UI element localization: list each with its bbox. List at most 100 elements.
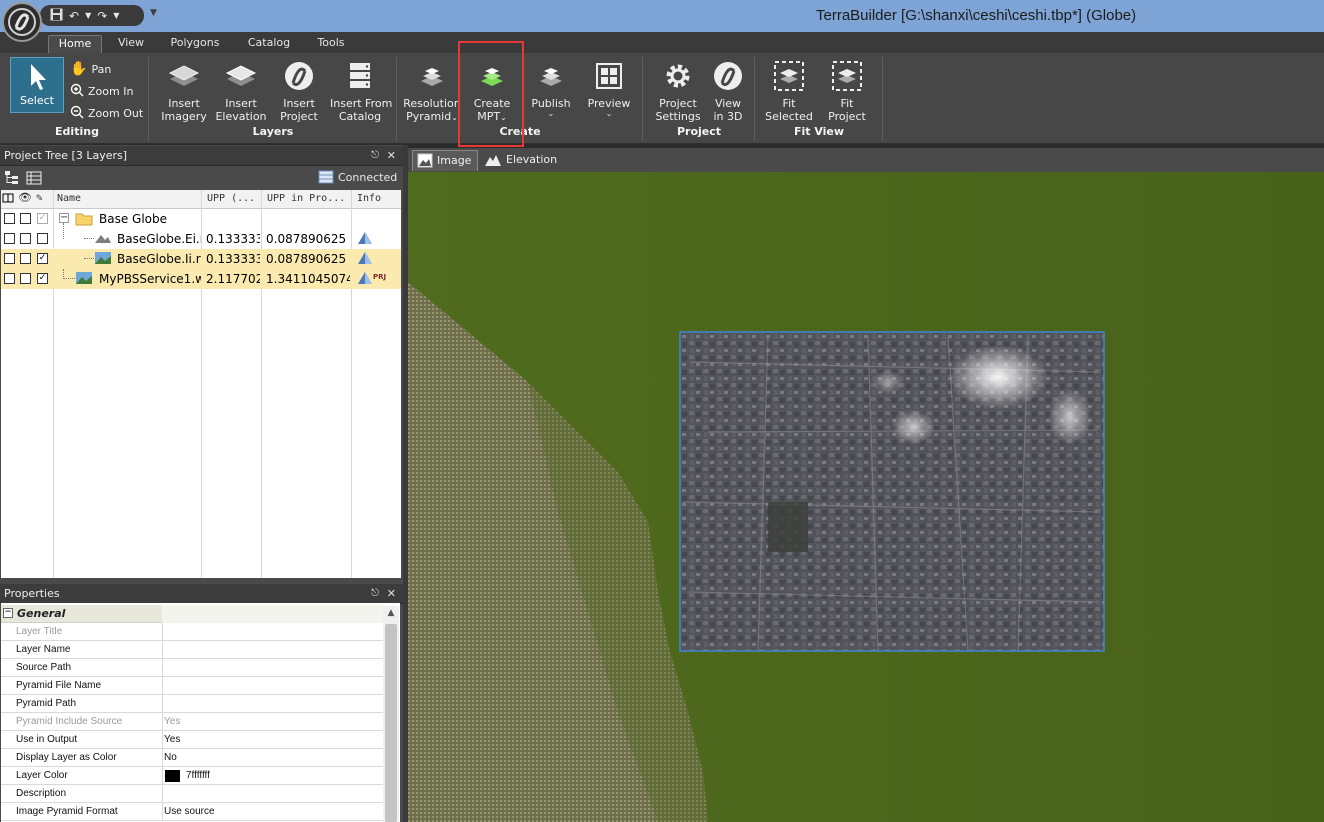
- color-swatch[interactable]: [165, 770, 180, 782]
- checkbox-visible[interactable]: [20, 273, 31, 284]
- property-section-general[interactable]: − General: [1, 605, 383, 623]
- chevron-down-icon[interactable]: ▼: [85, 9, 91, 23]
- project-tree-title: Project Tree [3 Layers]: [4, 149, 128, 162]
- property-key: Layer Name: [16, 644, 71, 655]
- imagery-layer-icon: [75, 271, 93, 288]
- quick-access-toolbar: ↶ ▼ ↷ ▼: [40, 5, 144, 26]
- tree-connector: [63, 269, 75, 279]
- property-divider: [162, 677, 163, 695]
- customize-qat-icon[interactable]: ▼: [150, 8, 157, 18]
- tab-home[interactable]: Home: [48, 35, 102, 53]
- tab-image[interactable]: Image: [412, 150, 478, 171]
- tab-view[interactable]: View: [110, 35, 152, 53]
- project-tree-grid: 👁 ✎ Name UPP (... UPP in Pro... Info ✓ −…: [1, 190, 401, 578]
- close-icon[interactable]: ✕: [387, 584, 396, 604]
- property-divider: [162, 623, 163, 641]
- resolution-pyramid-label-2: Pyramid⌄: [406, 110, 458, 123]
- zoom-in-button[interactable]: Zoom In: [70, 83, 133, 100]
- checkbox-visible[interactable]: [20, 253, 31, 264]
- insert-project-button[interactable]: Insert Project: [272, 59, 326, 125]
- property-row[interactable]: Layer Title: [1, 623, 383, 641]
- tab-polygons[interactable]: Polygons: [162, 35, 228, 53]
- property-row[interactable]: Display Layer as Color No: [1, 749, 383, 767]
- checkbox-visible[interactable]: [20, 233, 31, 244]
- create-mpt-label-2: MPT⌄: [477, 110, 507, 123]
- property-value: Yes: [164, 716, 181, 727]
- column-header-upp[interactable]: UPP (...: [207, 193, 261, 204]
- collapse-toggle-icon[interactable]: −: [59, 213, 69, 223]
- property-row[interactable]: Description: [1, 785, 383, 803]
- insert-elevation-label-2: Elevation: [215, 110, 267, 123]
- column-header-upp-project[interactable]: UPP in Pro...: [267, 193, 351, 204]
- checkbox-visible[interactable]: [20, 213, 31, 224]
- scroll-up-arrow-icon[interactable]: ▲: [385, 608, 397, 620]
- zoom-out-button[interactable]: Zoom Out: [70, 105, 143, 122]
- view-in-3d-button[interactable]: View in 3D: [708, 59, 748, 125]
- select-button[interactable]: Select: [10, 57, 64, 113]
- property-row[interactable]: Layer Name: [1, 641, 383, 659]
- resolution-pyramid-button[interactable]: Resolution Pyramid⌄: [403, 59, 461, 125]
- insert-from-catalog-button[interactable]: Insert From Catalog: [330, 59, 392, 125]
- tree-row-upp-project: 1.34110450744: [266, 272, 350, 286]
- imagery-tile[interactable]: [679, 331, 1105, 652]
- property-row[interactable]: Pyramid Path: [1, 695, 383, 713]
- fit-project-button[interactable]: Fit Project: [820, 59, 874, 125]
- property-value: Use source: [164, 806, 215, 817]
- pin-icon[interactable]: ⎋: [371, 584, 379, 604]
- create-mpt-button[interactable]: Create MPT⌄: [466, 59, 518, 125]
- view-in-3d-label-1: View: [714, 97, 742, 110]
- close-icon[interactable]: ✕: [387, 146, 396, 166]
- insert-imagery-button[interactable]: Insert Imagery: [158, 59, 210, 125]
- brush-column-icon: ✎: [36, 191, 43, 204]
- fit-selected-button[interactable]: Fit Selected: [762, 59, 816, 125]
- chevron-down-icon[interactable]: ▼: [113, 9, 119, 23]
- property-row[interactable]: Pyramid Include Source Yes: [1, 713, 383, 731]
- tree-row[interactable]: ✓ BaseGlobe.Ii.r 0.133333 0.087890625 [: [1, 249, 401, 269]
- property-row[interactable]: Image Pyramid Format Use source: [1, 803, 383, 821]
- checkbox-lock[interactable]: [4, 253, 15, 264]
- property-value: 7fffffff: [186, 770, 210, 781]
- property-row[interactable]: Layer Color 7fffffff: [1, 767, 383, 785]
- tree-row-upp: 2.117702: [206, 272, 260, 286]
- checkbox-lock[interactable]: [4, 213, 15, 224]
- imagery-layer-icon: [94, 251, 112, 268]
- publish-button[interactable]: Publish ⌄: [526, 59, 576, 125]
- app-logo-button[interactable]: [2, 2, 42, 42]
- save-icon[interactable]: [50, 8, 63, 24]
- property-row[interactable]: Pyramid File Name: [1, 677, 383, 695]
- checkbox-lock[interactable]: [4, 273, 15, 284]
- tree-row[interactable]: BaseGlobe.Ei.r 0.133333 0.087890625 [: [1, 223, 401, 249]
- checkbox-output[interactable]: ✓: [37, 273, 48, 284]
- redo-icon[interactable]: ↷: [97, 9, 107, 23]
- project-logo-icon: [285, 62, 313, 90]
- tab-catalog[interactable]: Catalog: [238, 35, 300, 53]
- property-row[interactable]: Use in Output Yes: [1, 731, 383, 749]
- checkbox-output[interactable]: [37, 233, 48, 244]
- tree-view-icon[interactable]: [4, 170, 20, 189]
- view-tab-bar: Image Elevation: [408, 148, 1324, 172]
- properties-scrollbar[interactable]: ▲: [383, 606, 399, 822]
- project-settings-button[interactable]: Project Settings: [652, 59, 704, 125]
- checkbox-output[interactable]: ✓: [37, 213, 48, 224]
- column-header-name[interactable]: Name: [57, 193, 199, 204]
- pyramid-info-icon: [357, 271, 373, 288]
- property-row[interactable]: Source Path: [1, 659, 383, 677]
- undo-icon[interactable]: ↶: [69, 9, 79, 23]
- collapse-toggle-icon[interactable]: −: [3, 608, 13, 618]
- insert-elevation-button[interactable]: Insert Elevation: [214, 59, 268, 125]
- tree-row[interactable]: ✓ MyPBSService1.w 2.117702 1.34110450744…: [1, 269, 401, 289]
- preview-button[interactable]: Preview ⌄: [584, 59, 634, 125]
- pan-button[interactable]: ✋ Pan: [70, 61, 111, 77]
- scrollbar-thumb[interactable]: [385, 624, 397, 822]
- tree-row[interactable]: ✓ − Base Globe: [1, 209, 401, 229]
- map-view[interactable]: [408, 172, 1324, 822]
- list-view-icon[interactable]: [26, 170, 42, 189]
- column-header-info[interactable]: Info: [357, 193, 397, 204]
- elevation-layer-icon: [94, 231, 112, 248]
- pin-icon[interactable]: ⎋: [371, 146, 379, 166]
- checkbox-lock[interactable]: [4, 233, 15, 244]
- tab-tools[interactable]: Tools: [308, 35, 354, 53]
- tab-elevation[interactable]: Elevation: [482, 150, 562, 171]
- checkbox-output[interactable]: ✓: [37, 253, 48, 264]
- create-mpt-label-1: Create: [473, 97, 511, 110]
